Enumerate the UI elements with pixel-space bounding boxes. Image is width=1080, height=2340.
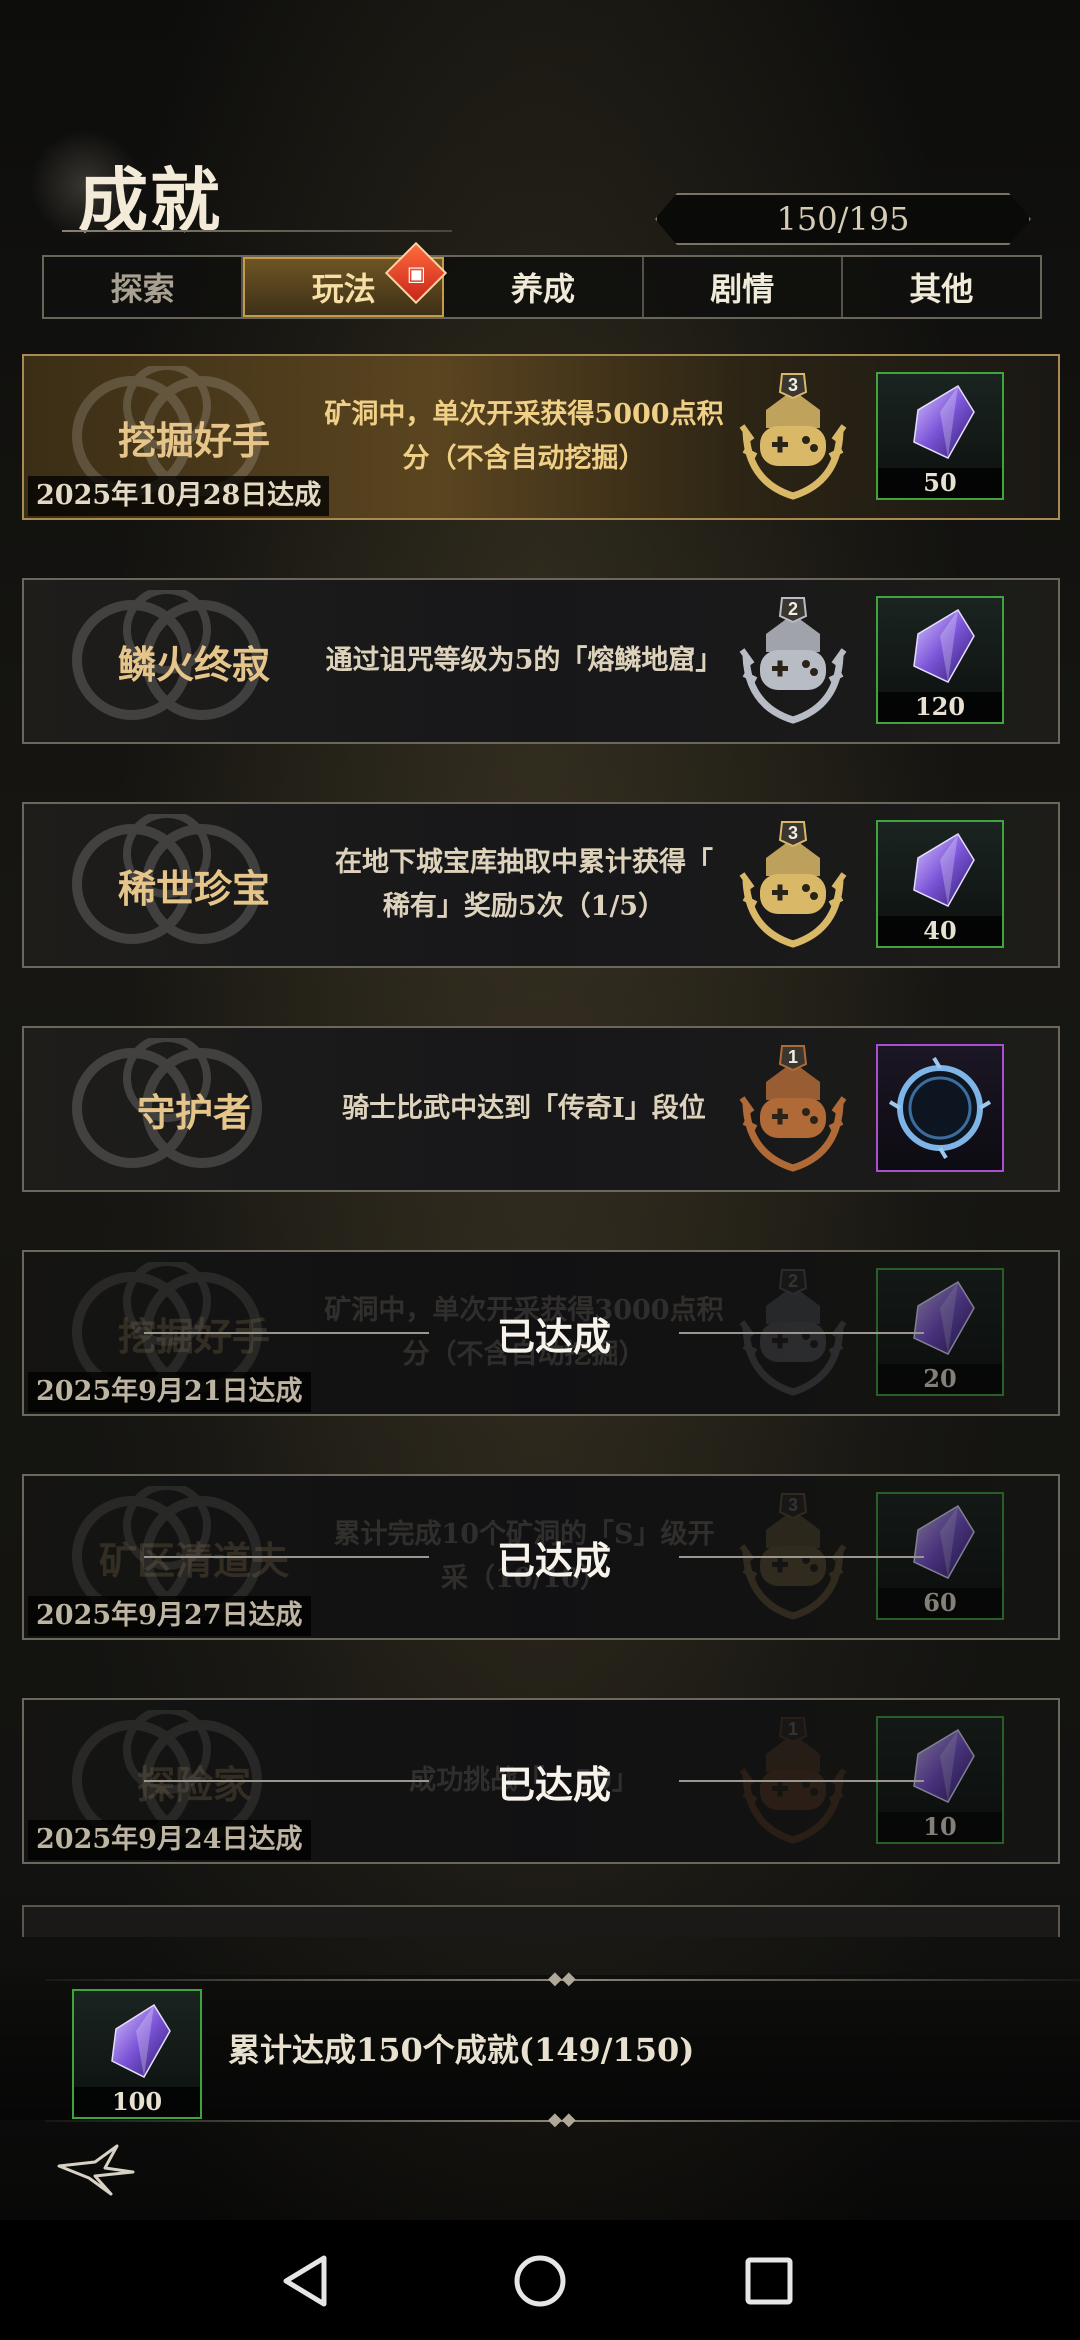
description-line: 分（不含自动挖掘） xyxy=(402,443,646,474)
purple-crystal-icon xyxy=(913,384,975,459)
reward-slot[interactable]: 50 xyxy=(876,372,1004,500)
achievement-description: 在地下城宝库抽取中累计获得「 稀有」奖励5次（1/5） xyxy=(304,804,744,966)
reward-count: 120 xyxy=(878,692,1002,722)
description-line: 通过诅咒等级为5的「熔鳞地窟」 xyxy=(325,645,723,676)
completion-date: 2025年9月24日达成 xyxy=(28,1820,311,1860)
header: 成就 150/195 xyxy=(0,0,1080,250)
completed-label: 已达成 xyxy=(496,1314,611,1359)
purple-crystal-icon xyxy=(111,2003,171,2078)
divider xyxy=(679,1780,924,1782)
reward-count: 100 xyxy=(74,2087,200,2117)
tab-label: 探索 xyxy=(110,270,175,308)
divider xyxy=(144,1780,429,1782)
achievement-name: 守护者 xyxy=(136,1089,251,1135)
tab-other[interactable]: 其他 xyxy=(843,257,1040,317)
achievement-card[interactable]: 挖掘好手 矿洞中，单次开采获得5000点积 分（不含自动挖掘） 3 50 2025年10月… xyxy=(22,354,1060,520)
purple-crystal-icon xyxy=(913,832,975,907)
tab-gameplay[interactable]: 玩法 ▣ xyxy=(243,241,448,317)
achievement-description: 骑士比武中达到「传奇Ⅰ」段位 xyxy=(304,1028,744,1190)
back-logo-icon[interactable] xyxy=(55,2138,135,2198)
reward-slot[interactable]: 120 xyxy=(876,596,1004,724)
controller-badge-icon: 2 xyxy=(739,597,847,724)
achievement-card[interactable]: 挖掘好手 矿洞中，单次开采获得3000点积 分（不含自动挖掘） 2 20 已达成 2025年… xyxy=(22,1250,1060,1416)
achievement-card[interactable]: 稀世珍宝 在地下城宝库抽取中累计获得「 稀有」奖励5次（1/5） 3 40 xyxy=(22,802,1060,968)
tab-label: 剧情 xyxy=(710,270,775,308)
achievement-description: 通过诅咒等级为5的「熔鳞地窟」 xyxy=(304,580,744,742)
achievement-card[interactable]: 守护者 骑士比武中达到「传奇Ⅰ」段位 1 xyxy=(22,1026,1060,1192)
completion-date: 2025年9月27日达成 xyxy=(28,1596,311,1636)
badge-level: 1 xyxy=(788,1047,798,1067)
tab-label: 养成 xyxy=(511,270,576,308)
gift-icon: ▣ xyxy=(385,241,448,305)
tab-label: 玩法 xyxy=(311,270,376,308)
badge-level: 3 xyxy=(788,375,798,395)
divider-ornament: ◆◆ xyxy=(548,1968,576,1989)
controller-badge-icon: 1 xyxy=(739,1045,847,1172)
badge-level: 2 xyxy=(788,599,798,619)
footer-summary: ◆◆ 100 累计达成150个成就(149/150) ◆◆ xyxy=(0,1968,1080,2129)
tab-explore[interactable]: 探索 xyxy=(44,257,244,317)
description-line: 矿洞中，单次开采获得5000点积 xyxy=(324,399,724,430)
reward-count: 40 xyxy=(878,916,1002,946)
back-icon[interactable] xyxy=(272,2246,342,2316)
divider-ornament: ◆◆ xyxy=(548,2109,576,2130)
title-underline xyxy=(62,230,452,232)
completion-date: 2025年9月21日达成 xyxy=(28,1372,311,1412)
divider xyxy=(679,1332,924,1334)
tab-label: 其他 xyxy=(909,270,974,308)
reward-slot[interactable] xyxy=(876,1044,1004,1172)
achievement-progress: 150/195 xyxy=(655,193,1031,245)
divider xyxy=(679,1556,924,1558)
tab-story[interactable]: 剧情 xyxy=(644,257,843,317)
footer-progress-text: 累计达成150个成就(149/150) xyxy=(228,2031,695,2069)
achievement-name: 稀世珍宝 xyxy=(117,865,270,911)
achievement-card-partial[interactable] xyxy=(22,1905,1060,1937)
divider xyxy=(144,1556,429,1558)
achievement-card[interactable]: 矿区清道夫 累计完成10个矿洞的「S」级开 采（10/10） 3 60 已达成 2025年9… xyxy=(22,1474,1060,1640)
system-nav-bar xyxy=(0,2220,1080,2340)
completed-label: 已达成 xyxy=(496,1538,611,1583)
recents-icon[interactable] xyxy=(734,2246,804,2316)
purple-crystal-icon xyxy=(913,608,975,683)
completed-label: 已达成 xyxy=(496,1762,611,1807)
tab-bar: 探索 玩法 ▣ 养成 剧情 其他 xyxy=(42,241,1042,319)
footer-reward[interactable]: 100 xyxy=(72,1989,202,2119)
home-icon[interactable] xyxy=(505,2246,575,2316)
reward-count: 50 xyxy=(878,468,1002,498)
description-line: 在地下城宝库抽取中累计获得「 xyxy=(335,847,713,878)
description-line: 骑士比武中达到「传奇Ⅰ」段位 xyxy=(342,1093,706,1124)
reward-slot[interactable]: 40 xyxy=(876,820,1004,948)
frame-icon xyxy=(888,1056,992,1160)
badge-level: 3 xyxy=(788,823,798,843)
completion-date: 2025年10月28日达成 xyxy=(28,476,330,516)
controller-badge-icon: 3 xyxy=(739,373,847,500)
achievement-name: 鳞火终寂 xyxy=(117,641,270,687)
achievement-card[interactable]: 探险家 成功挑战「 - 50」 1 10 已达成 2025年9月24日达成 xyxy=(22,1698,1060,1864)
divider xyxy=(144,1332,429,1334)
controller-badge-icon: 3 xyxy=(739,821,847,948)
achievement-description: 矿洞中，单次开采获得5000点积 分（不含自动挖掘） xyxy=(304,356,744,518)
achievement-card[interactable]: 鳞火终寂 通过诅咒等级为5的「熔鳞地窟」 2 120 xyxy=(22,578,1060,744)
description-line: 稀有」奖励5次（1/5） xyxy=(382,891,666,922)
tab-growth[interactable]: 养成 xyxy=(444,257,644,317)
